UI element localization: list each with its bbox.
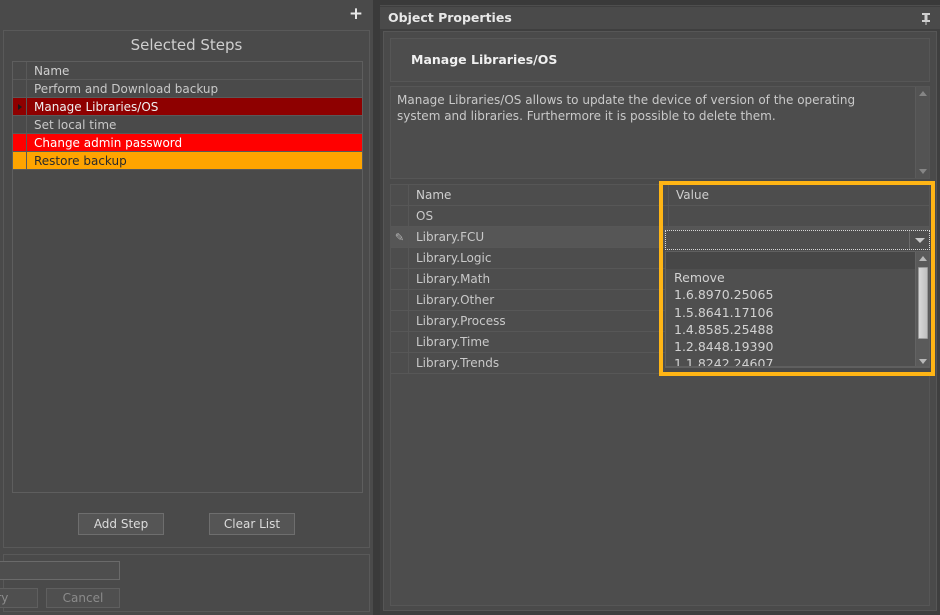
property-name: Library.Process	[409, 311, 669, 331]
object-description: Manage Libraries/OS allows to update the…	[397, 92, 902, 124]
property-name: Library.Other	[409, 290, 669, 310]
steps-header-gutter	[13, 62, 27, 79]
steps-button-bar: Add Step Clear List	[4, 513, 369, 535]
cancel-button[interactable]: Cancel	[46, 588, 120, 608]
scroll-up-arrow-icon[interactable]	[919, 91, 927, 96]
pencil-edit-icon: ✎	[395, 231, 404, 244]
object-properties-titlebar: Object Properties	[380, 7, 940, 29]
row-gutter	[391, 206, 409, 226]
version-combobox[interactable]: Remove 1.6.8970.25065 1.5.8641.17106 1.4…	[665, 230, 930, 372]
list-item[interactable]: 1.2.8448.19390	[666, 338, 917, 355]
scrollbar-thumb[interactable]	[918, 267, 928, 339]
pin-icon[interactable]	[920, 12, 932, 25]
step-label: Restore backup	[27, 154, 127, 168]
table-row[interactable]: Manage Libraries/OS	[13, 98, 362, 116]
selected-steps-pane: + Selected Steps Name Perform and Downlo…	[0, 0, 373, 615]
table-row[interactable]: Change admin password	[13, 134, 362, 152]
scroll-down-arrow-icon[interactable]	[919, 359, 927, 364]
bottom-text-input[interactable]	[0, 561, 120, 580]
selected-steps-group: Selected Steps Name Perform and Download…	[3, 30, 370, 548]
row-gutter: ✎	[391, 227, 409, 247]
property-value[interactable]	[669, 206, 929, 226]
step-label: Perform and Download backup	[27, 82, 218, 96]
row-gutter	[13, 134, 27, 151]
list-item[interactable]: 1.4.8585.25488	[666, 321, 917, 338]
row-gutter	[391, 332, 409, 352]
clear-list-button[interactable]: Clear List	[209, 513, 295, 535]
list-item[interactable]: 1.1.8242.24607	[666, 355, 917, 367]
header-gutter	[391, 185, 409, 205]
step-label: Change admin password	[27, 136, 182, 150]
row-gutter	[391, 353, 409, 373]
dropdown-scrollbar[interactable]	[915, 252, 929, 367]
property-column-name: Name	[409, 185, 669, 205]
property-name: Library.Logic	[409, 248, 669, 268]
dropdown-options: Remove 1.6.8970.25065 1.5.8641.17106 1.4…	[666, 252, 917, 367]
bottom-action-bar: try Cancel	[3, 554, 370, 612]
version-combobox-field[interactable]	[665, 230, 930, 250]
step-label: Manage Libraries/OS	[27, 100, 158, 114]
table-row[interactable]: Restore backup	[13, 152, 362, 170]
left-toolbar: +	[0, 0, 373, 30]
chevron-down-icon[interactable]	[909, 231, 929, 249]
table-row[interactable]: Perform and Download backup	[13, 80, 362, 98]
add-step-button[interactable]: Add Step	[78, 513, 164, 535]
property-name: Library.Math	[409, 269, 669, 289]
object-description-box: Manage Libraries/OS allows to update the…	[390, 86, 930, 179]
property-name: Library.Time	[409, 332, 669, 352]
description-scrollbar[interactable]	[915, 87, 929, 178]
scroll-down-arrow-icon[interactable]	[919, 169, 927, 174]
row-gutter	[391, 311, 409, 331]
selected-steps-title: Selected Steps	[4, 36, 369, 54]
dropdown-bottom-edge	[665, 367, 930, 372]
list-item[interactable]: 1.6.8970.25065	[666, 286, 917, 303]
chevron-down-glyph	[915, 238, 925, 243]
version-dropdown-list[interactable]: Remove 1.6.8970.25065 1.5.8641.17106 1.4…	[665, 251, 930, 367]
retry-button[interactable]: try	[0, 588, 38, 608]
table-row[interactable]: Set local time	[13, 116, 362, 134]
property-column-value: Value	[669, 185, 929, 205]
current-row-arrow-icon	[18, 104, 22, 110]
property-table-header: Name Value	[391, 185, 929, 206]
table-row[interactable]: OS	[391, 206, 929, 227]
list-item[interactable]	[666, 252, 917, 269]
property-name: OS	[409, 206, 669, 226]
step-label: Set local time	[27, 118, 116, 132]
object-name: Manage Libraries/OS	[411, 52, 557, 67]
row-gutter	[13, 152, 27, 169]
pane-top-divider	[380, 0, 940, 6]
steps-column-name: Name	[27, 64, 69, 78]
object-header-box: Manage Libraries/OS	[390, 38, 930, 82]
plus-icon[interactable]: +	[347, 6, 365, 24]
list-item[interactable]: Remove	[666, 269, 917, 286]
selected-steps-table[interactable]: Name Perform and Download backup Manage …	[12, 61, 363, 493]
application-window: + Selected Steps Name Perform and Downlo…	[0, 0, 940, 615]
row-gutter	[13, 116, 27, 133]
page-title: Object Properties	[388, 10, 512, 25]
row-gutter	[391, 248, 409, 268]
row-gutter	[391, 269, 409, 289]
list-item[interactable]: 1.5.8641.17106	[666, 304, 917, 321]
steps-table-header: Name	[13, 62, 362, 80]
row-gutter	[13, 98, 27, 115]
property-name: Library.Trends	[409, 353, 669, 373]
property-name: Library.FCU	[409, 227, 669, 247]
row-gutter	[391, 290, 409, 310]
scroll-up-arrow-icon[interactable]	[919, 256, 927, 261]
row-gutter	[13, 80, 27, 97]
